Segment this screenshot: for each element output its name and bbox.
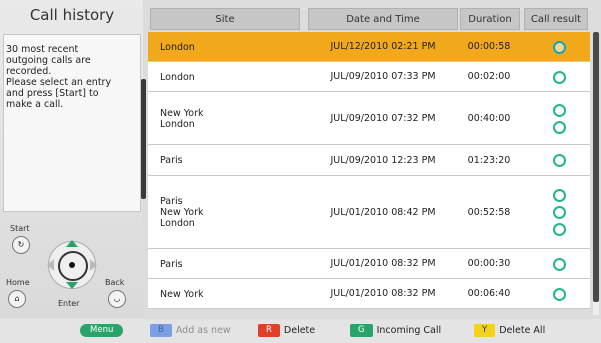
duration-cell: 00:02:00 xyxy=(467,71,511,82)
menu-key[interactable]: Menu xyxy=(80,324,124,337)
call-result-icon xyxy=(553,223,566,236)
enter-label: Enter xyxy=(58,299,80,308)
date-cell: JUL/09/2010 07:32 PM xyxy=(330,113,436,124)
call-result-icon xyxy=(553,288,566,301)
site-cell: Paris xyxy=(160,155,183,166)
up-arrow-icon[interactable] xyxy=(66,240,78,247)
add-as-new-button: B Add as new xyxy=(150,324,231,338)
add-as-new-label: Add as new xyxy=(175,325,231,336)
duration-cell: 00:06:40 xyxy=(467,288,511,299)
scroll-thumb[interactable] xyxy=(593,32,599,302)
call-history-table: Site Date and Time Duration Call result … xyxy=(148,8,590,317)
delete-label: Delete xyxy=(283,325,316,336)
r-key[interactable]: R xyxy=(258,324,280,337)
page-title: Call history xyxy=(29,6,115,24)
home-label: Home xyxy=(6,278,30,287)
back-label: Back xyxy=(105,278,125,287)
table-row[interactable]: New York JUL/01/2010 08:32 PM 00:06:40 xyxy=(148,279,590,309)
result-cell xyxy=(532,176,588,249)
call-result-icon xyxy=(553,104,566,117)
date-cell: JUL/01/2010 08:32 PM xyxy=(330,288,436,299)
duration-cell: 00:00:30 xyxy=(467,258,511,269)
result-cell xyxy=(532,279,588,309)
bottom-bar: Menu B Add as new R Delete G Incoming Call … xyxy=(0,319,601,343)
table-row[interactable]: London JUL/09/2010 07:33 PM 00:02:00 xyxy=(148,62,590,92)
home-button-icon[interactable]: ⌂ xyxy=(8,290,26,308)
start-label: Start xyxy=(10,224,30,233)
delete-button[interactable]: R Delete xyxy=(258,324,315,338)
delete-all-label: Delete All xyxy=(499,325,546,336)
site-cell: New York xyxy=(160,289,204,300)
duration-cell: 01:23:20 xyxy=(467,155,511,166)
table-row[interactable]: London JUL/12/2010 02:21 PM 00:00:58 xyxy=(148,32,590,62)
date-cell: JUL/12/2010 02:21 PM xyxy=(330,41,436,52)
menu-button[interactable]: Menu xyxy=(80,324,127,338)
start-button-icon[interactable]: ↻ xyxy=(12,236,30,254)
info-scrollbar[interactable] xyxy=(141,79,146,199)
site-cell: Paris New York London xyxy=(160,196,204,229)
site-cell: London xyxy=(160,42,195,53)
call-result-icon xyxy=(553,71,566,84)
g-key[interactable]: G xyxy=(350,324,373,337)
header-result: Call result xyxy=(524,8,588,30)
date-cell: JUL/01/2010 08:32 PM xyxy=(330,258,436,269)
back-button-icon[interactable]: ◡ xyxy=(108,290,126,308)
call-result-icon xyxy=(553,41,566,54)
date-cell: JUL/09/2010 07:33 PM xyxy=(330,71,436,82)
call-result-icon xyxy=(553,258,566,271)
date-cell: JUL/01/2010 08:42 PM xyxy=(330,207,436,218)
result-cell xyxy=(532,62,588,92)
result-cell xyxy=(532,32,588,62)
table-row[interactable]: Paris JUL/09/2010 12:23 PM 01:23:20 xyxy=(148,145,590,176)
incoming-call-label: Incoming Call xyxy=(376,325,442,336)
date-cell: JUL/09/2010 12:23 PM xyxy=(330,155,436,166)
call-result-icon xyxy=(553,154,566,167)
header-site: Site xyxy=(150,8,300,30)
table-scrollbar[interactable] xyxy=(593,32,599,315)
duration-cell: 00:52:58 xyxy=(467,207,511,218)
left-panel: Call history 30 most recent outgoing cal… xyxy=(0,0,146,318)
header-date: Date and Time xyxy=(308,8,458,30)
table-row[interactable]: Paris JUL/01/2010 08:32 PM 00:00:30 xyxy=(148,249,590,279)
incoming-call-button[interactable]: G Incoming Call xyxy=(350,324,441,338)
delete-all-button[interactable]: Y Delete All xyxy=(474,324,545,338)
table-row[interactable]: New York London JUL/09/2010 07:32 PM 00:40… xyxy=(148,92,590,145)
duration-cell: 00:00:58 xyxy=(467,41,511,52)
dpad[interactable] xyxy=(47,240,97,289)
y-key[interactable]: Y xyxy=(474,324,496,337)
call-result-icon xyxy=(553,121,566,134)
info-text: 30 most recent outgoing calls are record… xyxy=(6,44,112,110)
b-key: B xyxy=(150,324,172,337)
call-result-icon xyxy=(553,189,566,202)
down-arrow-icon[interactable] xyxy=(66,282,78,289)
remote-controls: Start ↻ Home ⌂ Back ◡ Enter xyxy=(0,212,143,316)
result-cell xyxy=(532,249,588,279)
result-cell xyxy=(532,145,588,176)
duration-cell: 00:40:00 xyxy=(467,113,511,124)
enter-dot-icon[interactable] xyxy=(69,262,75,268)
header-duration: Duration xyxy=(460,8,520,30)
table-row[interactable]: Paris New York London JUL/01/2010 08:42 P… xyxy=(148,176,590,249)
right-arrow-icon[interactable] xyxy=(90,259,97,271)
site-cell: Paris xyxy=(160,259,183,270)
site-cell: New York London xyxy=(160,108,204,130)
left-arrow-icon[interactable] xyxy=(47,259,54,271)
result-cell xyxy=(532,92,588,145)
call-result-icon xyxy=(553,206,566,219)
site-cell: London xyxy=(160,72,195,83)
